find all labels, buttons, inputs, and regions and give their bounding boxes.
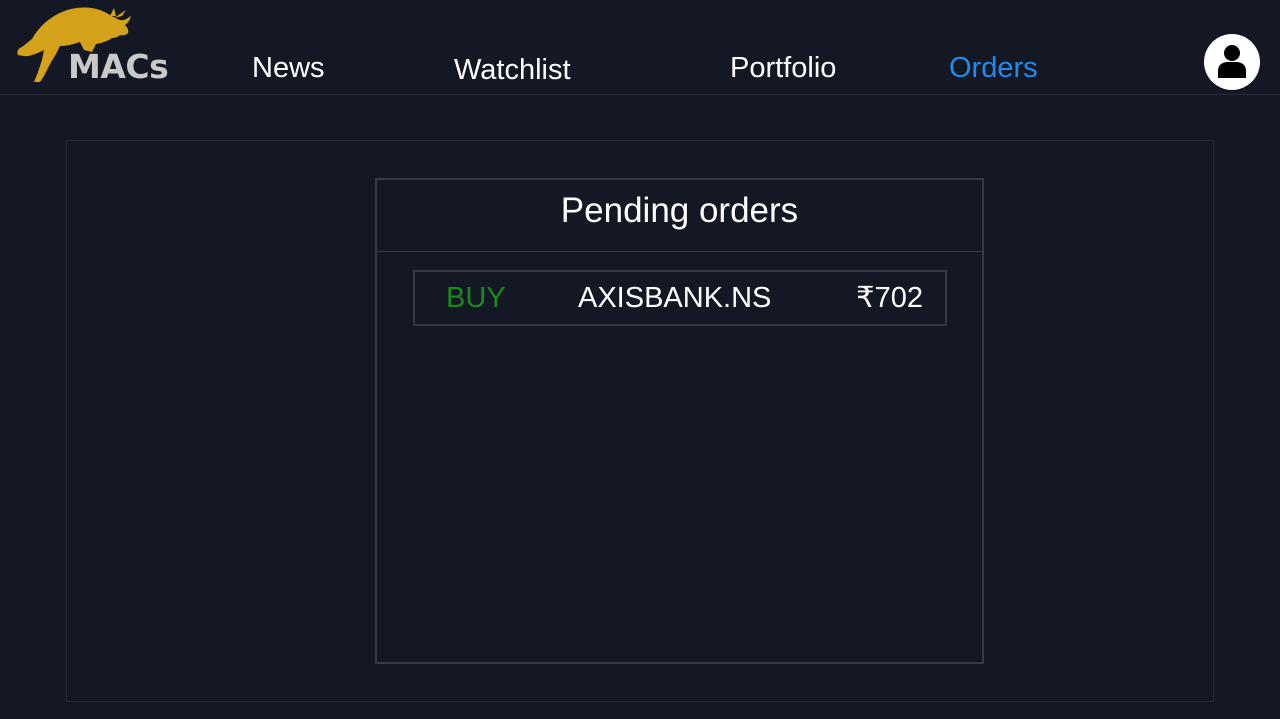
profile-button[interactable] (1204, 34, 1260, 90)
top-navbar: MACs News Watchlist Portfolio Orders (0, 0, 1280, 95)
nav-portfolio[interactable]: Portfolio (730, 54, 836, 83)
nav-watchlist[interactable]: Watchlist (454, 56, 571, 85)
pending-orders-header: Pending orders (377, 180, 982, 252)
order-symbol: AXISBANK.NS (578, 282, 772, 314)
pending-orders-card: Pending orders BUY AXISBANK.NS ₹702 (375, 178, 984, 664)
brand-name: MACs (68, 47, 169, 86)
order-side: BUY (446, 282, 506, 314)
brand-logo[interactable]: MACs (14, 6, 174, 86)
order-price: ₹702 (856, 282, 923, 314)
nav-orders[interactable]: Orders (949, 54, 1038, 83)
order-row[interactable]: BUY AXISBANK.NS ₹702 (413, 270, 947, 326)
pending-orders-title: Pending orders (560, 191, 799, 230)
nav-news[interactable]: News (252, 54, 325, 83)
user-icon (1218, 45, 1246, 78)
